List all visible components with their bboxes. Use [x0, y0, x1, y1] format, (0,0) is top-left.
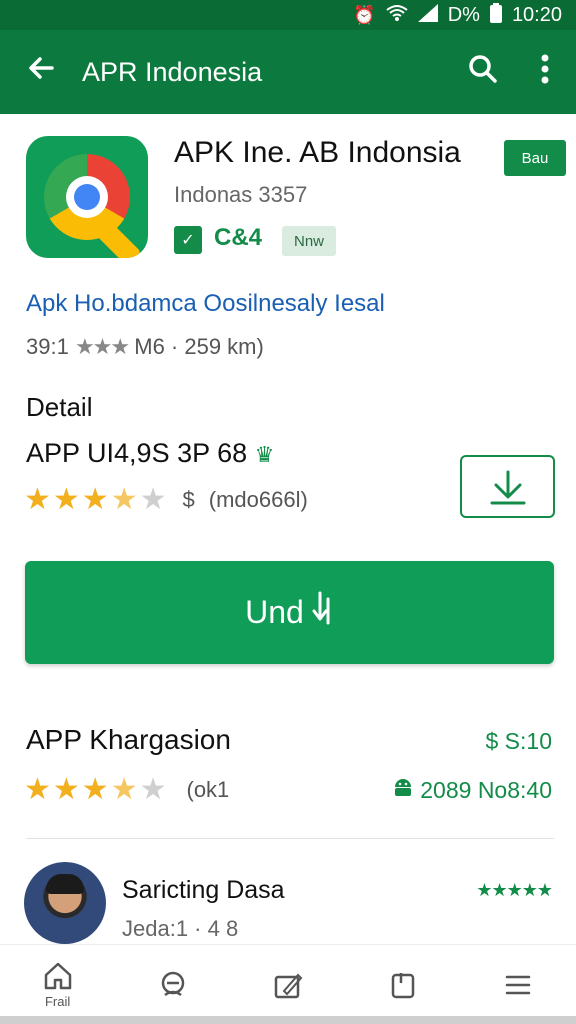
- app-title: APK Ine. AB Indonsia: [174, 136, 461, 169]
- alarm-icon: ⏰: [353, 4, 376, 25]
- section2-rating: ★★★★★ (ok1: [24, 772, 229, 807]
- navigation-handle: [0, 1016, 576, 1024]
- app-stats: 39:1 ★★★ M6 · 259 km): [26, 334, 264, 360]
- signal-icon: [417, 3, 438, 27]
- app-badge: Bau: [504, 140, 566, 176]
- library-icon: [391, 972, 415, 998]
- stats-stars-icon: ★★★: [74, 334, 130, 359]
- nav-home[interactable]: Frail: [0, 945, 115, 1024]
- detail-price-symbol: $: [182, 486, 195, 512]
- reviewer-name: Saricting Dasa: [122, 876, 285, 904]
- download-arrow-icon: [312, 591, 334, 635]
- battery-icon: [489, 2, 502, 28]
- crown-icon: ♛: [254, 442, 275, 467]
- detail-rating-stars: ★★★★★: [24, 483, 169, 516]
- android-icon: [392, 776, 414, 804]
- section2-title: APP Khargasion: [26, 724, 231, 755]
- status-bar: ⏰ D% 10:20: [0, 0, 576, 30]
- games-icon: [161, 971, 185, 996]
- nav-home-label: Frail: [44, 994, 71, 1009]
- search-icon[interactable]: [452, 54, 514, 91]
- install-button-label: Und: [245, 594, 304, 630]
- detail-rating: ★★★★★ $ (mdo666l): [24, 482, 308, 517]
- home-icon: [44, 962, 71, 990]
- menu-icon: [506, 975, 531, 994]
- nav-library[interactable]: [346, 945, 461, 1024]
- app-link[interactable]: Apk Ho.bdamca Oosilnesaly Iesal: [26, 290, 385, 318]
- detail-value: APP UI4,9S 3P 68 ♛: [26, 438, 274, 469]
- section2-rating-count: (ok1: [186, 776, 230, 802]
- app-bar: APR Indonesia: [0, 30, 576, 114]
- wifi-icon: [386, 4, 408, 27]
- more-options-icon[interactable]: [514, 54, 576, 91]
- app-tag: Nnw: [282, 226, 336, 256]
- back-icon[interactable]: [0, 53, 82, 92]
- app-icon: [26, 136, 148, 258]
- battery-text: D%: [447, 3, 480, 26]
- section2-price: $ S:10: [485, 728, 553, 754]
- page-title: APR Indonesia: [82, 56, 263, 87]
- bottom-navigation: Frail: [0, 944, 576, 1024]
- nav-edit[interactable]: [230, 945, 345, 1024]
- detail-heading: Detail: [26, 392, 93, 422]
- edit-icon: [274, 973, 303, 998]
- detail-rating-count: (mdo666l): [208, 486, 308, 512]
- detail-value-text: APP UI4,9S 3P 68: [26, 438, 248, 468]
- nav-menu[interactable]: [461, 945, 576, 1024]
- stats-size: M6 · 259 km): [134, 334, 264, 359]
- review-stars: ★★★★★: [476, 880, 553, 900]
- app-category: C&4: [214, 224, 263, 251]
- download-icon-button[interactable]: [460, 455, 555, 518]
- stats-rating: 39:1: [26, 334, 69, 359]
- clock: 10:20: [511, 3, 562, 26]
- app-developer[interactable]: Indonas 3357: [174, 182, 307, 208]
- section2-rating-stars: ★★★★★: [24, 773, 169, 806]
- avatar[interactable]: [24, 862, 106, 944]
- nav-games[interactable]: [115, 945, 230, 1024]
- install-button[interactable]: Und: [25, 561, 554, 664]
- section2-meta-text: 2089 No8:40: [420, 776, 552, 803]
- verified-icon: ✓: [174, 226, 202, 254]
- review-subtext: Jeda:1 · 4 8: [122, 916, 239, 941]
- divider: [26, 838, 554, 839]
- section2-meta: 2089 No8:40: [392, 776, 552, 804]
